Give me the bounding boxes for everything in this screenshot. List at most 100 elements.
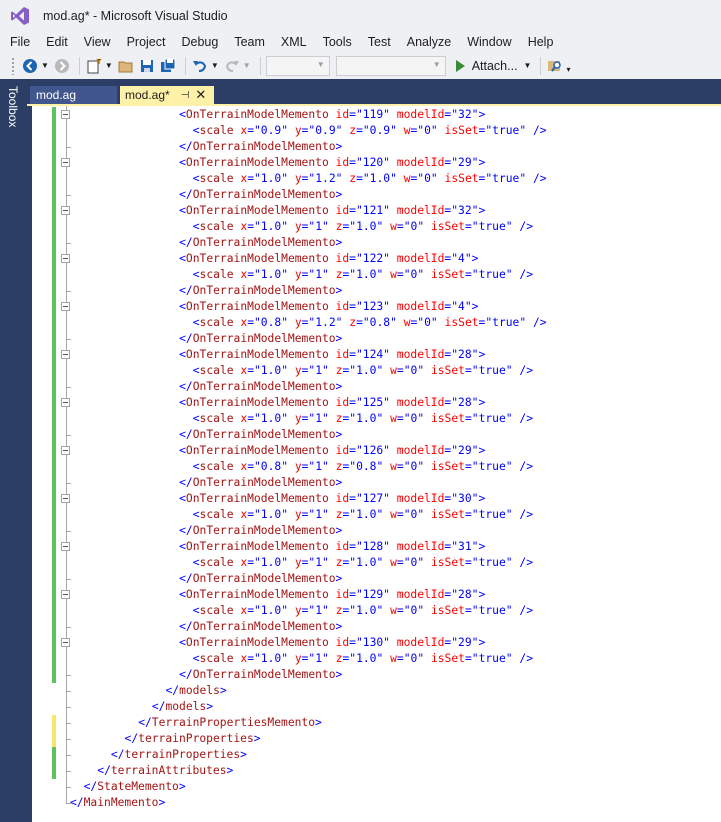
xml-close-tag-line[interactable]: </models> <box>165 683 226 699</box>
xml-close-tag-line[interactable]: </OnTerrainModelMemento> <box>179 619 342 635</box>
xml-close-tag-line[interactable]: </OnTerrainModelMemento> <box>179 379 342 395</box>
xml-scale-line[interactable]: <scale x="1.0" y="1" z="1.0" w="0" isSet… <box>193 219 533 235</box>
navigate-back-button[interactable] <box>21 55 39 77</box>
undo-button[interactable] <box>191 55 209 77</box>
collapse-region-icon[interactable] <box>61 590 70 599</box>
xml-open-tag-line[interactable]: <OnTerrainModelMemento id="124" modelId=… <box>179 347 485 363</box>
xml-punct: =" <box>247 124 261 137</box>
xml-scale-line[interactable]: <scale x="1.0" y="1" z="1.0" w="0" isSet… <box>193 267 533 283</box>
collapse-region-icon[interactable] <box>61 542 70 551</box>
xml-scale-line[interactable]: <scale x="1.0" y="1" z="1.0" w="0" isSet… <box>193 507 533 523</box>
xml-open-tag-line[interactable]: <OnTerrainModelMemento id="130" modelId=… <box>179 635 485 651</box>
xml-scale-line[interactable]: <scale x="1.0" y="1" z="1.0" w="0" isSet… <box>193 603 533 619</box>
xml-close-tag-line[interactable]: </terrainProperties> <box>111 747 247 763</box>
xml-punct: =" <box>247 508 261 521</box>
collapse-region-icon[interactable] <box>61 350 70 359</box>
menu-test[interactable]: Test <box>360 35 399 49</box>
collapse-region-icon[interactable] <box>61 494 70 503</box>
pin-icon[interactable]: ⊣ <box>181 90 190 101</box>
menu-team[interactable]: Team <box>226 35 273 49</box>
xml-punct: " <box>505 268 513 281</box>
menu-window[interactable]: Window <box>459 35 519 49</box>
redo-button[interactable] <box>223 55 241 77</box>
xml-close-tag-line[interactable]: </MainMemento> <box>70 795 165 811</box>
xml-close-tag-line[interactable]: </OnTerrainModelMemento> <box>179 523 342 539</box>
xml-scale-line[interactable]: <scale x="1.0" y="1.2" z="1.0" w="0" isS… <box>193 171 547 187</box>
xml-scale-line[interactable]: <scale x="1.0" y="1" z="1.0" w="0" isSet… <box>193 363 533 379</box>
xml-scale-line[interactable]: <scale x="0.8" y="1.2" z="0.8" w="0" isS… <box>193 315 547 331</box>
xml-close-tag-line[interactable]: </OnTerrainModelMemento> <box>179 187 342 203</box>
menu-analyze[interactable]: Analyze <box>399 35 459 49</box>
xml-close-tag-line[interactable]: </OnTerrainModelMemento> <box>179 667 342 683</box>
xml-open-tag-line[interactable]: <OnTerrainModelMemento id="128" modelId=… <box>179 539 485 555</box>
xml-open-tag-line[interactable]: <OnTerrainModelMemento id="119" modelId=… <box>179 107 485 123</box>
close-icon[interactable]: ✕ <box>195 87 206 103</box>
menu-view[interactable]: View <box>76 35 119 49</box>
xml-close-tag-line[interactable]: </terrainProperties> <box>125 731 261 747</box>
menu-debug[interactable]: Debug <box>173 35 226 49</box>
chevron-down-icon[interactable]: ▼ <box>41 61 49 70</box>
chevron-down-icon[interactable]: ▼ <box>243 61 251 70</box>
xml-close-tag-line[interactable]: </OnTerrainModelMemento> <box>179 283 342 299</box>
xml-scale-line[interactable]: <scale x="0.9" y="0.9" z="0.9" w="0" isS… <box>193 123 547 139</box>
chevron-down-icon[interactable]: ▼ <box>105 61 113 70</box>
attach-button[interactable]: Attach... <box>452 55 522 77</box>
xml-open-tag-line[interactable]: <OnTerrainModelMemento id="126" modelId=… <box>179 443 485 459</box>
collapse-region-icon[interactable] <box>61 254 70 263</box>
xml-attribute-name: w <box>396 172 411 185</box>
xml-close-tag-line[interactable]: </OnTerrainModelMemento> <box>179 475 342 491</box>
xml-close-tag-line[interactable]: </terrainAttributes> <box>97 763 233 779</box>
xml-scale-line[interactable]: <scale x="1.0" y="1" z="1.0" w="0" isSet… <box>193 651 533 667</box>
xml-scale-line[interactable]: <scale x="0.8" y="1" z="0.8" w="0" isSet… <box>193 459 533 475</box>
xml-open-tag-line[interactable]: <OnTerrainModelMemento id="127" modelId=… <box>179 491 485 507</box>
toolbox-tab[interactable]: Toolbox <box>6 86 20 127</box>
xml-close-tag-line[interactable]: </OnTerrainModelMemento> <box>179 331 342 347</box>
xml-open-tag-line[interactable]: <OnTerrainModelMemento id="125" modelId=… <box>179 395 485 411</box>
xml-attribute-name: isSet <box>424 412 465 425</box>
menu-tools[interactable]: Tools <box>315 35 360 49</box>
open-file-button[interactable] <box>117 55 135 77</box>
xml-open-tag-line[interactable]: <OnTerrainModelMemento id="122" modelId=… <box>179 251 478 267</box>
code-editor[interactable]: <OnTerrainModelMemento id="119" modelId=… <box>32 106 721 822</box>
xml-punct: > <box>226 764 234 777</box>
collapse-region-icon[interactable] <box>61 638 70 647</box>
tab-mod-ag[interactable]: mod.ag <box>30 86 117 104</box>
xml-close-tag-line[interactable]: </TerrainPropertiesMemento> <box>138 715 322 731</box>
menu-project[interactable]: Project <box>119 35 174 49</box>
xml-close-tag-line[interactable]: </OnTerrainModelMemento> <box>179 235 342 251</box>
xml-open-tag-line[interactable]: <OnTerrainModelMemento id="121" modelId=… <box>179 203 485 219</box>
solution-platform-combo[interactable]: ▼ <box>335 55 446 76</box>
menu-edit[interactable]: Edit <box>38 35 76 49</box>
xml-open-tag-line[interactable]: <OnTerrainModelMemento id="129" modelId=… <box>179 587 485 603</box>
xml-close-tag-line[interactable]: </OnTerrainModelMemento> <box>179 571 342 587</box>
toolbar-grip[interactable] <box>11 56 15 75</box>
solution-configuration-combo[interactable]: ▼ <box>265 55 330 76</box>
save-all-button[interactable] <box>159 55 177 77</box>
collapse-region-icon[interactable] <box>61 158 70 167</box>
save-button[interactable] <box>138 55 156 77</box>
navigate-forward-button[interactable] <box>53 55 71 77</box>
xml-open-tag-line[interactable]: <OnTerrainModelMemento id="123" modelId=… <box>179 299 478 315</box>
xml-scale-line[interactable]: <scale x="1.0" y="1" z="1.0" w="0" isSet… <box>193 555 533 571</box>
menu-file[interactable]: File <box>2 35 38 49</box>
xml-close-tag-line[interactable]: </OnTerrainModelMemento> <box>179 139 342 155</box>
collapse-region-icon[interactable] <box>61 446 70 455</box>
collapse-region-icon[interactable] <box>61 398 70 407</box>
xml-open-tag-line[interactable]: <OnTerrainModelMemento id="120" modelId=… <box>179 155 485 171</box>
chevron-down-icon[interactable]: ▼ <box>524 61 532 70</box>
xml-scale-line[interactable]: <scale x="1.0" y="1" z="1.0" w="0" isSet… <box>193 411 533 427</box>
collapse-region-icon[interactable] <box>61 302 70 311</box>
xml-punct: " <box>390 316 397 329</box>
xml-close-tag-line[interactable]: </models> <box>152 699 213 715</box>
chevron-down-icon[interactable]: ▼ <box>211 61 219 70</box>
xml-close-tag-line[interactable]: </OnTerrainModelMemento> <box>179 427 342 443</box>
menu-help[interactable]: Help <box>520 35 562 49</box>
toolbar-overflow-icon[interactable]: ▾ <box>566 65 570 74</box>
collapse-region-icon[interactable] <box>61 110 70 119</box>
xml-close-tag-line[interactable]: </StateMemento> <box>84 779 186 795</box>
find-in-files-button[interactable] <box>546 55 564 77</box>
new-project-button[interactable] <box>85 55 103 77</box>
tab-mod-ag-modified[interactable]: mod.ag* ⊣ ✕ <box>120 86 214 104</box>
collapse-region-icon[interactable] <box>61 206 70 215</box>
menu-xml[interactable]: XML <box>273 35 315 49</box>
